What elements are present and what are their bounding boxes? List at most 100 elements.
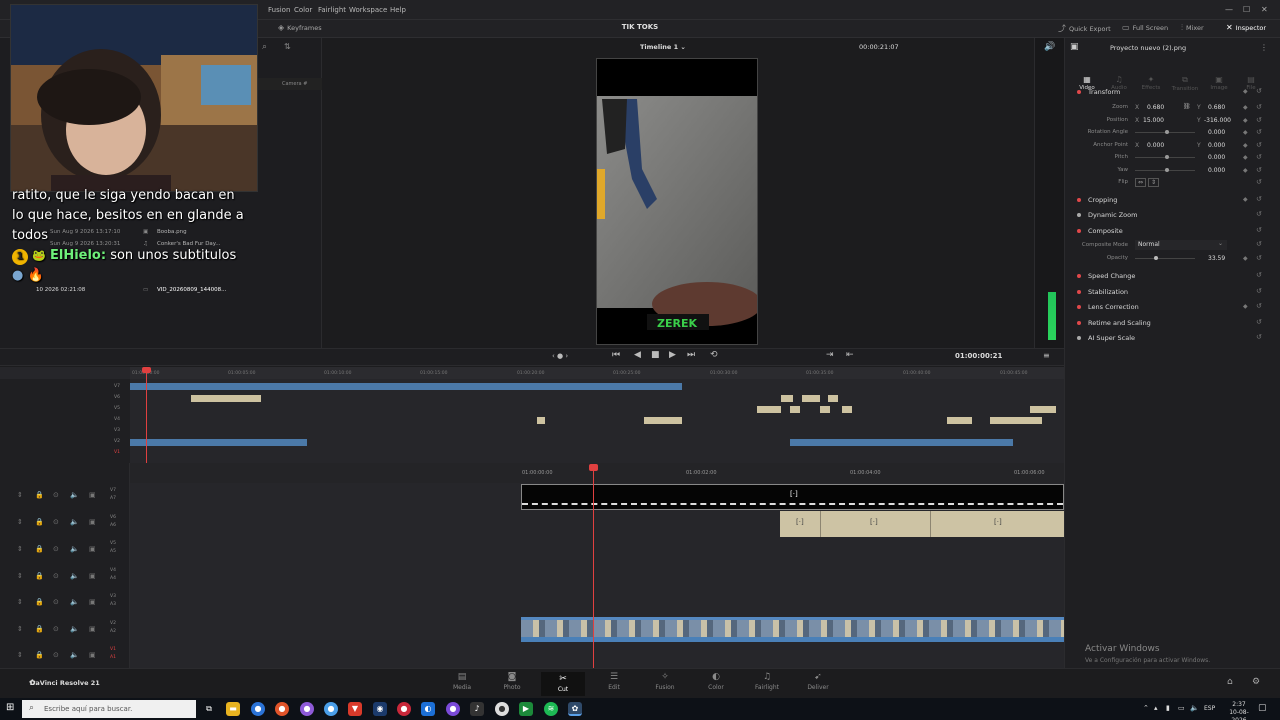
pitch-field[interactable]: 0.000 bbox=[1208, 154, 1225, 161]
timeline-clip[interactable] bbox=[820, 406, 830, 413]
minimize-icon[interactable]: — bbox=[1225, 5, 1233, 14]
timeline-clip[interactable] bbox=[790, 439, 1013, 446]
lock-icon[interactable]: 🔒 bbox=[35, 598, 44, 606]
reset-icon[interactable]: ↺ bbox=[1256, 226, 1262, 234]
timeline-clip[interactable] bbox=[781, 395, 793, 402]
go-to-start-icon[interactable]: ⏮ bbox=[612, 350, 620, 360]
menu-color[interactable]: Color bbox=[294, 6, 312, 14]
keyframe-icon[interactable]: ◆ bbox=[1243, 196, 1248, 203]
settings-gear-icon[interactable]: ⚙ bbox=[1252, 677, 1260, 687]
section-stabilization[interactable]: Stabilization bbox=[1088, 288, 1128, 296]
video-toggle-icon[interactable]: ▣ bbox=[89, 651, 96, 659]
reset-icon[interactable]: ↺ bbox=[1256, 333, 1262, 341]
lock-icon[interactable]: 🔒 bbox=[35, 572, 44, 580]
section-enabled-dot[interactable] bbox=[1077, 290, 1081, 294]
page-deliver[interactable]: ➹ Deliver bbox=[796, 672, 840, 691]
upper-playhead-handle[interactable] bbox=[142, 367, 151, 373]
lock-icon[interactable]: 🔒 bbox=[35, 491, 44, 499]
video-toggle-icon[interactable]: ▣ bbox=[89, 598, 96, 606]
menu-icon[interactable]: ≡ bbox=[1043, 351, 1050, 360]
reset-icon[interactable]: ↺ bbox=[1256, 302, 1262, 310]
timeline-clip[interactable] bbox=[130, 439, 307, 446]
app-icon[interactable]: ● bbox=[397, 702, 411, 716]
app-icon[interactable]: ◐ bbox=[421, 702, 435, 716]
timeline-audio-clip[interactable] bbox=[521, 637, 1064, 642]
timeline-clip[interactable] bbox=[828, 395, 838, 402]
lock-icon[interactable]: 🔒 bbox=[35, 518, 44, 526]
section-lens-correction[interactable]: Lens Correction bbox=[1088, 303, 1139, 311]
sort-icon[interactable]: ⇅ bbox=[284, 42, 291, 51]
home-icon[interactable]: ⌂ bbox=[1227, 677, 1233, 687]
task-view-icon[interactable]: ⧉ bbox=[202, 702, 216, 716]
timeline-clip[interactable] bbox=[802, 395, 820, 402]
jog-icon[interactable]: ‹ ● › bbox=[552, 352, 568, 360]
stop-icon[interactable]: ■ bbox=[651, 350, 660, 360]
more-options-icon[interactable]: ⋮ bbox=[1260, 43, 1268, 52]
section-enabled-dot[interactable] bbox=[1077, 305, 1081, 309]
tray-icon[interactable]: ▮ bbox=[1166, 704, 1170, 712]
keyframe-icon[interactable]: ◆ bbox=[1243, 303, 1248, 310]
chrome-icon[interactable]: ● bbox=[251, 702, 265, 716]
opacity-slider[interactable] bbox=[1135, 258, 1195, 259]
page-edit[interactable]: ☰ Edit bbox=[592, 672, 636, 691]
position-x-field[interactable]: 15.000 bbox=[1143, 117, 1164, 124]
section-retime-scaling[interactable]: Retime and Scaling bbox=[1088, 319, 1151, 327]
audio-icon[interactable]: 🔈 bbox=[70, 491, 79, 499]
anchor-x-field[interactable]: 0.000 bbox=[1147, 142, 1164, 149]
timeline-clip[interactable] bbox=[990, 417, 1042, 424]
tray-chevron-icon[interactable]: ⌃ bbox=[1143, 704, 1149, 712]
timeline-clip[interactable] bbox=[130, 383, 682, 390]
section-transform[interactable]: Transform bbox=[1088, 88, 1120, 96]
reset-icon[interactable]: ↺ bbox=[1256, 210, 1262, 218]
menu-help[interactable]: Help bbox=[390, 6, 406, 14]
auto-track-icon[interactable]: ⊙ bbox=[53, 651, 59, 659]
rotation-field[interactable]: 0.000 bbox=[1208, 129, 1225, 136]
keyframe-icon[interactable]: ◆ bbox=[1243, 142, 1248, 149]
taskbar-clock[interactable]: 2:37 10-08-2026 bbox=[1226, 701, 1252, 720]
timeline-clip[interactable] bbox=[947, 417, 972, 424]
audio-icon[interactable]: 🔈 bbox=[70, 518, 79, 526]
page-color[interactable]: ◐ Color bbox=[694, 672, 738, 691]
previous-clip-icon[interactable]: ⇥ bbox=[826, 350, 834, 360]
play-reverse-icon[interactable]: ◀ bbox=[634, 350, 641, 360]
auto-track-icon[interactable]: ⊙ bbox=[53, 491, 59, 499]
track-select-icon[interactable]: ⇕ bbox=[17, 572, 23, 580]
speaker-icon[interactable]: 🔊 bbox=[1044, 42, 1055, 52]
audio-icon[interactable]: 🔈 bbox=[70, 651, 79, 659]
next-clip-icon[interactable]: ⇤ bbox=[846, 350, 854, 360]
section-ai-super-scale[interactable]: AI Super Scale bbox=[1088, 334, 1135, 342]
section-enabled-dot[interactable] bbox=[1077, 321, 1081, 325]
timeline-clip[interactable] bbox=[790, 406, 800, 413]
loop-icon[interactable]: ⟲ bbox=[710, 350, 718, 360]
mixer-button[interactable]: ⫶ Mixer bbox=[1181, 23, 1204, 33]
keyframe-icon[interactable]: ◆ bbox=[1243, 255, 1248, 262]
anchor-y-field[interactable]: 0.000 bbox=[1208, 142, 1225, 149]
pitch-slider-knob[interactable] bbox=[1165, 155, 1169, 159]
video-toggle-icon[interactable]: ▣ bbox=[89, 491, 96, 499]
timeline-clip[interactable] bbox=[191, 395, 261, 402]
upper-playhead[interactable] bbox=[146, 367, 147, 463]
keyframe-icon[interactable]: ◆ bbox=[1243, 154, 1248, 161]
flip-vertical-icon[interactable]: ⇕ bbox=[1148, 178, 1160, 187]
app-icon[interactable]: ● bbox=[300, 702, 314, 716]
timeline-clip[interactable] bbox=[537, 417, 545, 424]
upper-ruler[interactable]: 01:00:00:00 01:00:05:00 01:00:10:00 01:0… bbox=[130, 367, 1064, 379]
audio-icon[interactable]: 🔈 bbox=[70, 572, 79, 580]
quick-export-button[interactable]: ⤴ Quick Export bbox=[1058, 23, 1111, 34]
rotation-slider-knob[interactable] bbox=[1165, 130, 1169, 134]
reset-icon[interactable]: ↺ bbox=[1256, 141, 1262, 149]
reset-icon[interactable]: ↺ bbox=[1256, 254, 1262, 262]
video-toggle-icon[interactable]: ▣ bbox=[89, 518, 96, 526]
audio-icon[interactable]: 🔈 bbox=[70, 598, 79, 606]
zoom-x-field[interactable]: 0.680 bbox=[1147, 104, 1164, 111]
language-indicator[interactable]: ESP bbox=[1204, 705, 1215, 712]
reset-icon[interactable]: ↺ bbox=[1256, 116, 1262, 124]
timeline-clip[interactable] bbox=[644, 417, 682, 424]
close-icon[interactable]: ✕ bbox=[1261, 5, 1268, 14]
yaw-field[interactable]: 0.000 bbox=[1208, 167, 1225, 174]
list-item[interactable]: 10 2026 02:21:08 ▭ VID_20260809_144008..… bbox=[0, 287, 322, 298]
play-icon[interactable]: ▶ bbox=[669, 350, 676, 360]
reset-icon[interactable]: ↺ bbox=[1256, 128, 1262, 136]
steam-icon[interactable]: ◉ bbox=[373, 702, 387, 716]
video-toggle-icon[interactable]: ▣ bbox=[89, 545, 96, 553]
